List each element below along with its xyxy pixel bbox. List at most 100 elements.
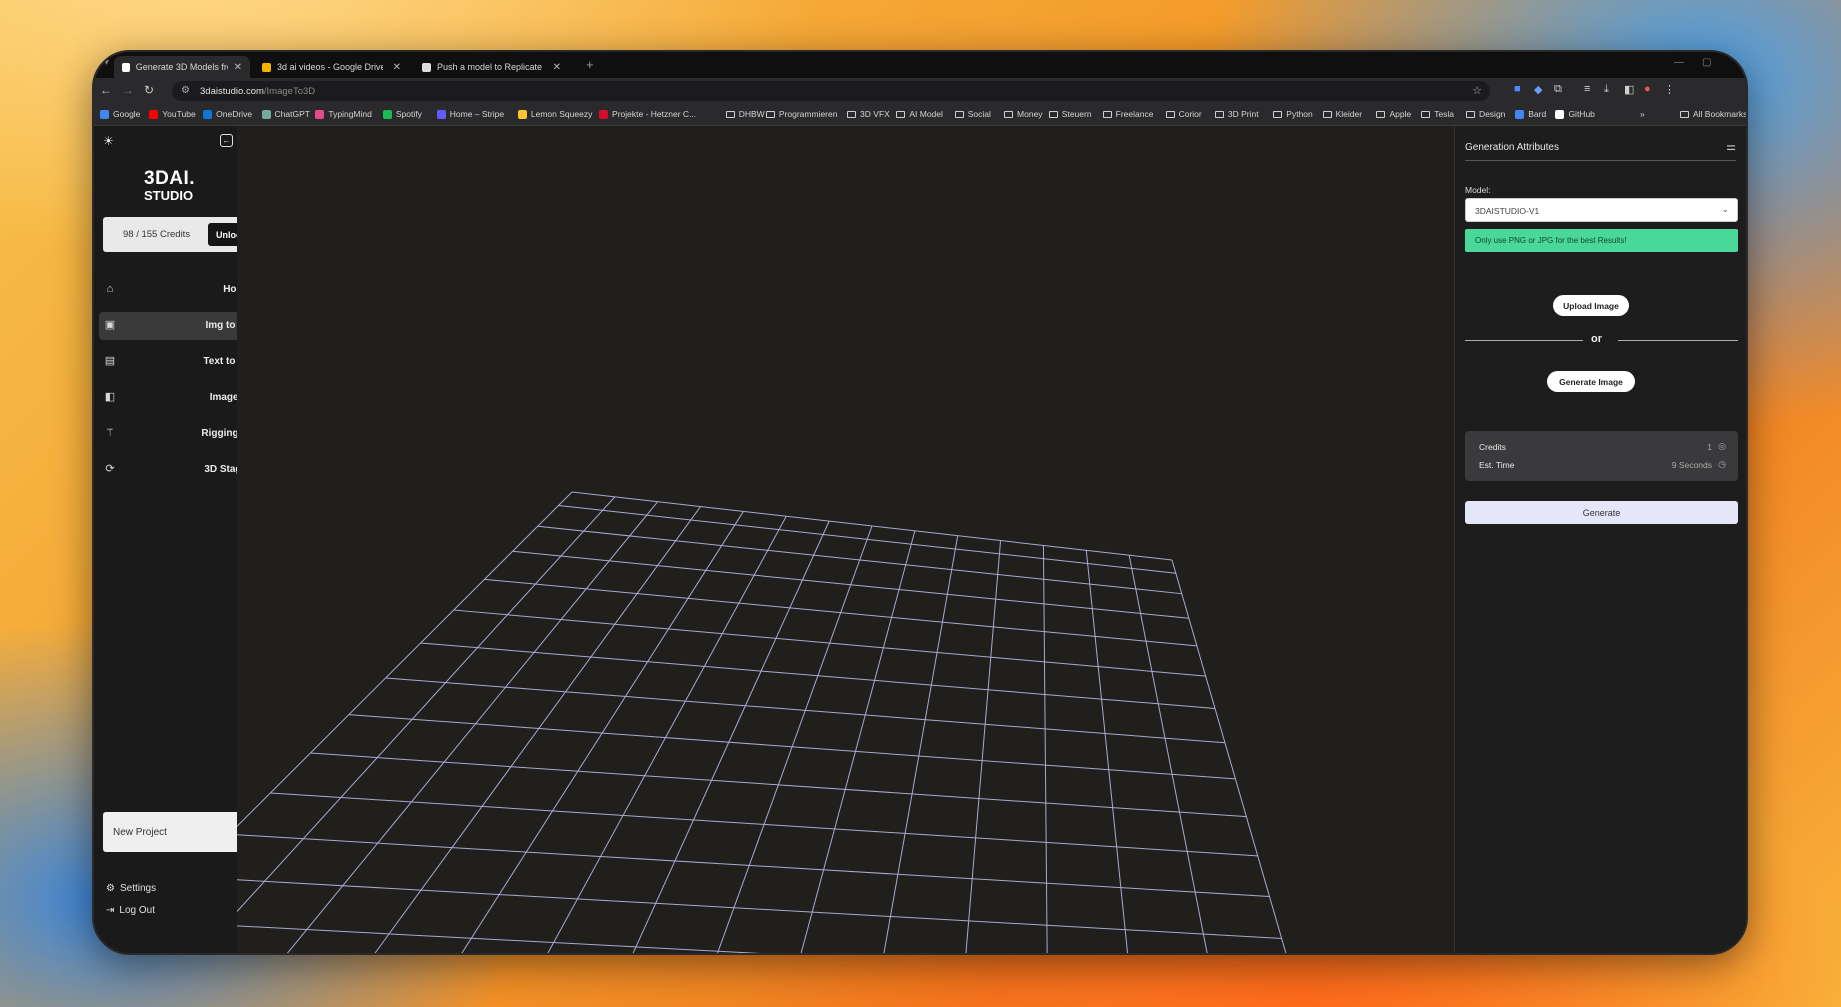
collapse-sidebar-icon[interactable]: ←: [220, 134, 233, 147]
tab-active[interactable]: Generate 3D Models from Text ✕: [114, 56, 250, 78]
grid-line: [717, 525, 873, 953]
close-icon[interactable]: ✕: [234, 62, 242, 73]
grid-line: [237, 834, 1270, 898]
ground-grid: [237, 491, 1287, 953]
bookmark-favicon-icon: [100, 109, 109, 119]
back-icon[interactable]: ←: [100, 83, 112, 97]
tab-title: Push a model to Replicate – Re: [437, 62, 543, 72]
tab-search-icon[interactable]: ▾: [104, 57, 109, 68]
menu-icon[interactable]: ⋮: [1664, 83, 1675, 96]
clock-icon: ◷: [1718, 459, 1726, 469]
download-icon[interactable]: ⤓: [1604, 83, 1609, 96]
sliders-icon: ⚙: [106, 883, 115, 894]
reload-icon[interactable]: ↻: [144, 83, 154, 97]
bookmark-label: Projekte - Hetzner C...: [612, 109, 697, 119]
bookmark-item[interactable]: Kleider: [1322, 109, 1362, 119]
extension-icon[interactable]: ■: [1514, 83, 1521, 95]
stager-icon: ⟳: [105, 463, 115, 475]
bookmark-item[interactable]: Freelance: [1102, 109, 1153, 119]
image-ai-icon: ◧: [104, 391, 116, 403]
tab-google-drive[interactable]: 3d ai videos - Google Drive ✕: [254, 56, 409, 78]
all-bookmarks-button[interactable]: All Bookmarks: [1680, 109, 1746, 119]
address-bar[interactable]: ⚙ 3daistudio.com/ImageTo3D ☆: [172, 81, 1490, 101]
folder-icon: [1322, 110, 1332, 118]
bookmark-item[interactable]: Spotify: [382, 109, 422, 119]
site-info-icon[interactable]: ⚙: [181, 85, 190, 96]
close-icon[interactable]: ✕: [553, 62, 561, 73]
bookmark-label: Python: [1286, 109, 1313, 119]
wand-icon: ⚚: [105, 427, 115, 439]
bookmark-label: Tesla: [1434, 109, 1455, 119]
extension-icon[interactable]: ◆: [1534, 83, 1542, 96]
upload-image-button[interactable]: Upload Image: [1553, 295, 1629, 316]
logout-link[interactable]: ⇥ Log Out: [106, 905, 155, 916]
grid-line: [461, 511, 744, 953]
folder-icon: [1273, 110, 1283, 118]
replicate-favicon-icon: [422, 62, 431, 72]
forward-icon[interactable]: →: [122, 83, 134, 97]
bookmark-item[interactable]: 3D VFX: [847, 109, 890, 119]
minimize-icon[interactable]: —: [1674, 57, 1684, 68]
settings-link[interactable]: ⚙ Settings: [106, 883, 156, 894]
bookmark-favicon-icon: [315, 109, 325, 119]
bookmark-item[interactable]: Tesla: [1421, 109, 1454, 119]
bookmark-item[interactable]: Design: [1465, 109, 1505, 119]
media-icon[interactable]: ≡: [1584, 83, 1590, 95]
bookmark-label: Home – Stripe: [449, 109, 505, 119]
app-logo: 3DAI. STUDIO: [144, 169, 195, 203]
tab-replicate[interactable]: Push a model to Replicate – Re ✕: [414, 56, 569, 78]
folder-icon: [954, 110, 964, 118]
bookmark-label: YouTube: [162, 109, 196, 119]
bookmark-item[interactable]: TypingMind: [315, 109, 372, 119]
bookmark-favicon-icon: [149, 109, 159, 119]
bookmark-item[interactable]: Bard: [1515, 109, 1546, 119]
bookmark-item[interactable]: Money: [1004, 109, 1043, 119]
bookmark-item[interactable]: OneDrive: [203, 109, 252, 119]
bookmark-item[interactable]: Google: [100, 109, 140, 119]
bookmark-item[interactable]: YouTube: [149, 109, 196, 119]
grid-line: [270, 792, 1258, 857]
site-favicon-icon: [122, 62, 130, 72]
extensions-puzzle-icon[interactable]: ⧉: [1554, 83, 1562, 96]
bookmark-item[interactable]: 3D Print: [1214, 109, 1259, 119]
folder-icon: [1048, 110, 1058, 118]
side-panel-icon[interactable]: ◧: [1624, 83, 1634, 96]
bookmark-item[interactable]: Lemon Squeezy: [517, 109, 592, 119]
grid-line: [385, 677, 1225, 744]
bookmark-item[interactable]: Social: [954, 109, 991, 119]
maximize-icon[interactable]: ▢: [1702, 57, 1711, 68]
bookmark-item[interactable]: GitHub: [1555, 109, 1595, 119]
more-bookmarks-button[interactable]: »: [1640, 109, 1645, 119]
bookmark-item[interactable]: Steuern: [1048, 109, 1092, 119]
bookmark-item[interactable]: Programmieren: [765, 109, 837, 119]
bookmark-item[interactable]: ChatGPT: [261, 109, 310, 119]
profile-avatar-icon[interactable]: ●: [1644, 83, 1651, 95]
bookmark-item[interactable]: Apple: [1376, 109, 1411, 119]
new-tab-button[interactable]: +: [586, 57, 594, 72]
grid-line: [1171, 559, 1287, 953]
bookmark-item[interactable]: Corior: [1165, 109, 1202, 119]
bookmark-label: Money: [1017, 109, 1043, 119]
settings-label: Settings: [119, 883, 157, 894]
bookmark-star-icon[interactable]: ☆: [1472, 84, 1482, 97]
credits-counter: 98 / 155 Credits: [123, 229, 191, 240]
generate-image-button[interactable]: Generate Image: [1547, 371, 1635, 392]
bookmark-item[interactable]: AI Model: [896, 109, 943, 119]
close-icon[interactable]: ✕: [393, 62, 401, 73]
model-select[interactable]: 3DAISTUDIO-V1 ⌄: [1465, 198, 1738, 222]
bookmark-item[interactable]: Home – Stripe: [436, 109, 505, 119]
image-icon: ▣: [104, 319, 116, 331]
new-project-button[interactable]: New Project: [103, 812, 259, 852]
new-project-label: New Project: [113, 827, 167, 838]
3d-viewport[interactable]: ⚙: [237, 126, 1549, 953]
theme-toggle-sun-icon[interactable]: ☀: [103, 134, 114, 148]
grid-line: [374, 506, 701, 953]
app-area: ☀ ← 3DAI. STUDIO 98 / 155 Credits Unlock…: [94, 126, 1746, 953]
bookmark-item[interactable]: DHBW: [725, 109, 765, 119]
bookmark-label: ChatGPT: [274, 109, 310, 119]
bookmark-item[interactable]: Python: [1273, 109, 1313, 119]
generate-button[interactable]: Generate: [1465, 501, 1738, 524]
bookmark-item[interactable]: Projekte - Hetzner C...: [599, 109, 696, 119]
folder-icon: [1680, 110, 1689, 118]
panel-settings-icon[interactable]: ⚌: [1726, 140, 1736, 153]
